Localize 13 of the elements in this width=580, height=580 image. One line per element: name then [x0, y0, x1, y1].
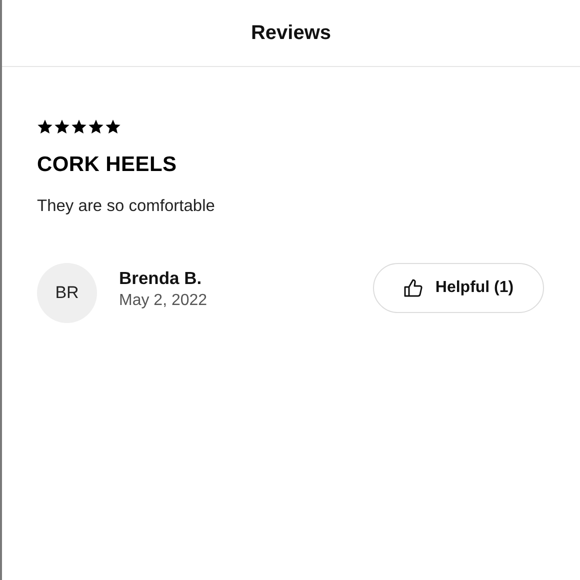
star-icon [71, 119, 87, 135]
review-date: May 2, 2022 [119, 292, 208, 310]
star-icon [88, 119, 104, 135]
thumbs-up-icon [403, 278, 424, 298]
star-icon [105, 119, 121, 135]
avatar: BR [37, 263, 97, 323]
review-title: CORK HEELS [37, 153, 178, 177]
helpful-button[interactable]: Helpful (1) [373, 263, 544, 313]
page-title: Reviews [250, 22, 332, 44]
star-icon [37, 119, 53, 135]
review-text: They are so comfortable [37, 197, 216, 216]
star-icon [54, 119, 70, 135]
reviewer-name: Brenda B. [119, 268, 203, 289]
